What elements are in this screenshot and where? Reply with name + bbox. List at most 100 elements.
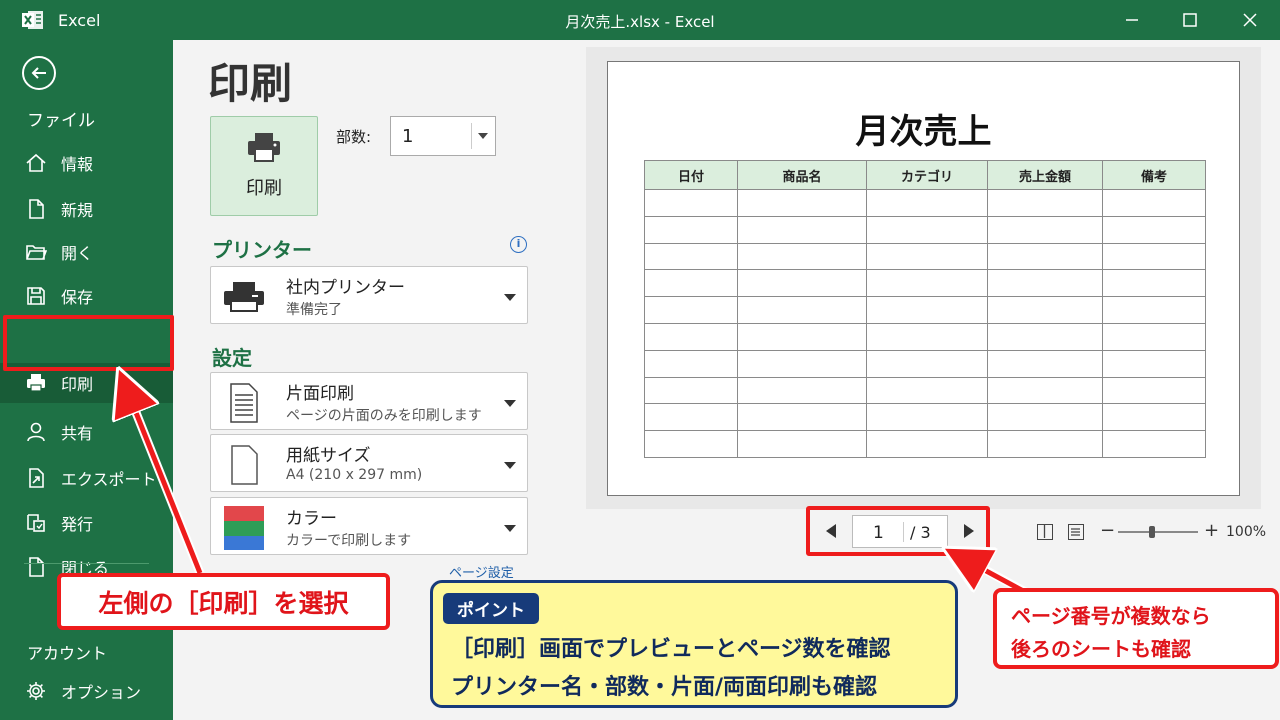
spinner-divider (471, 123, 472, 149)
zoom-slider[interactable] (1118, 531, 1198, 533)
printer-name: 社内プリンター (286, 278, 405, 298)
nav-options[interactable]: オプション (0, 671, 173, 711)
back-arrow-icon[interactable] (22, 56, 56, 90)
person-icon (25, 421, 47, 443)
sheet-title: 月次売上 (855, 112, 992, 152)
gear-icon (25, 680, 47, 702)
copies-value[interactable]: 1 (402, 126, 413, 147)
table-cell (866, 322, 988, 351)
table-cell (644, 430, 738, 458)
table-cell (737, 296, 867, 324)
table-cell (1102, 242, 1206, 271)
nav-label: 開く (61, 244, 94, 263)
nav-open[interactable]: 開く (0, 232, 173, 272)
table-cell (644, 322, 738, 351)
zoom-level: 100% (1226, 524, 1267, 540)
nav-publish[interactable]: 発行 (0, 503, 173, 543)
zoom-slider-thumb[interactable] (1149, 526, 1155, 538)
nav-info[interactable]: 情報 (0, 143, 173, 183)
printer-device-icon (221, 275, 267, 319)
table-cell (987, 242, 1103, 271)
close-document-icon (25, 556, 47, 578)
color-dropdown[interactable]: カラー カラーで印刷します (210, 497, 528, 555)
zoom-in-button[interactable]: + (1204, 520, 1219, 541)
table-cell (737, 269, 867, 298)
paper-size-dropdown[interactable]: 用紙サイズ A4 (210 x 297 mm) (210, 434, 528, 492)
point-line-2: プリンター名・部数・片面/両面印刷も確認 (451, 675, 878, 700)
table-cell (1102, 403, 1206, 432)
table-cell (866, 189, 988, 217)
title-bar: Excel 月次売上.xlsx - Excel (0, 0, 1280, 40)
nav-label: エクスポート (61, 470, 157, 489)
table-cell (987, 189, 1103, 217)
account-link[interactable]: アカウント (27, 640, 107, 664)
page-number-box[interactable]: 1 / 3 (852, 515, 948, 548)
table-cell (644, 269, 738, 298)
settings-section-title: 設定 (212, 346, 252, 370)
column-header: 日付 (644, 160, 738, 190)
printer-section-title: プリンター (212, 238, 312, 262)
page-setup-link[interactable]: ページ設定 (449, 562, 514, 581)
previous-page-icon[interactable] (826, 524, 836, 538)
printer-icon (25, 372, 47, 394)
table-cell (987, 430, 1103, 458)
table-cell (1102, 322, 1206, 351)
table-row (644, 189, 1206, 217)
table-row (644, 296, 1206, 324)
table-cell (644, 242, 738, 271)
copies-label: 部数: (336, 128, 372, 146)
chevron-down-icon[interactable] (504, 400, 516, 407)
nav-share[interactable]: 共有 (0, 412, 173, 452)
table-cell (644, 376, 738, 405)
duplex-title: 片面印刷 (286, 384, 354, 404)
table-row (644, 322, 1206, 351)
sidebar-divider (24, 563, 149, 564)
table-cell (737, 403, 867, 432)
duplex-dropdown[interactable]: 片面印刷 ページの片面のみを印刷します (210, 372, 528, 430)
table-cell (644, 349, 738, 378)
table-cell (1102, 189, 1206, 217)
nav-export[interactable]: エクスポート (0, 458, 173, 498)
zoom-out-button[interactable]: − (1100, 520, 1115, 541)
zoom-to-page-icon[interactable] (1068, 524, 1084, 540)
table-cell (737, 242, 867, 271)
show-margins-icon[interactable] (1037, 524, 1053, 540)
copies-spinner[interactable]: 1 (390, 116, 496, 156)
nav-new[interactable]: 新規 (0, 189, 173, 229)
minimize-icon[interactable] (1112, 6, 1152, 34)
table-cell (987, 215, 1103, 244)
next-page-icon[interactable] (964, 524, 974, 538)
table-cell (987, 376, 1103, 405)
print-nav-highlight (3, 315, 174, 371)
nav-label: 共有 (61, 424, 94, 443)
chevron-down-icon[interactable] (504, 294, 516, 301)
column-header: 商品名 (737, 160, 867, 190)
chevron-down-icon[interactable] (504, 525, 516, 532)
page-navigator: 1 / 3 (806, 506, 990, 556)
table-cell (987, 349, 1103, 378)
table-cell (866, 215, 988, 244)
chevron-down-icon[interactable] (504, 462, 516, 469)
table-cell (866, 403, 988, 432)
close-icon[interactable] (1230, 6, 1270, 34)
print-button[interactable]: 印刷 (210, 116, 318, 216)
table-row (644, 269, 1206, 298)
table-cell (737, 430, 867, 458)
nav-label: 情報 (61, 155, 94, 174)
current-page[interactable]: 1 (873, 523, 884, 543)
nav-save[interactable]: 保存 (0, 276, 173, 316)
table-cell (866, 242, 988, 271)
printer-dropdown[interactable]: 社内プリンター 準備完了 (210, 266, 528, 324)
paper-size-subtitle: A4 (210 x 297 mm) (286, 467, 423, 483)
nav-label: オプション (61, 683, 142, 702)
chevron-down-icon[interactable] (478, 133, 488, 139)
table-cell (987, 403, 1103, 432)
printer-status: 準備完了 (286, 302, 342, 318)
preview-table: 日付 商品名 カテゴリ 売上金額 備考 (644, 160, 1206, 458)
maximize-icon[interactable] (1170, 6, 1210, 34)
table-cell (1102, 215, 1206, 244)
table-row (644, 376, 1206, 405)
table-row (644, 349, 1206, 378)
column-header: 売上金額 (987, 160, 1103, 190)
info-icon[interactable]: i (510, 236, 527, 253)
